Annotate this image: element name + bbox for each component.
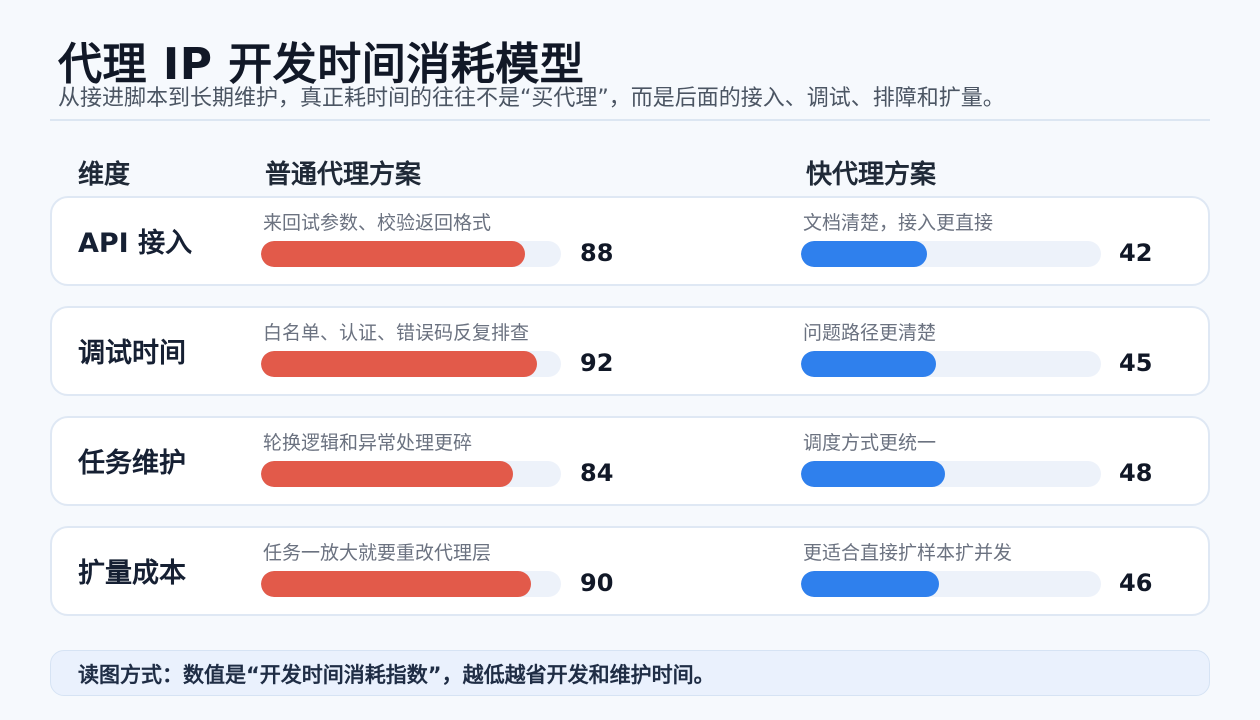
chart-row-maintenance: 任务维护 轮换逻辑和异常处理更碎 84 调度方式更统一 48: [50, 416, 1210, 506]
fast-bar: [801, 571, 939, 597]
column-header-fast: 快代理方案: [806, 160, 937, 190]
chart-row-api: API 接入 来回试参数、校验返回格式 88 文档清楚，接入更直接 42: [50, 196, 1210, 286]
normal-bar: [261, 241, 525, 267]
column-header-dimension: 维度: [78, 160, 131, 190]
chart-row-debug: 调试时间 白名单、认证、错误码反复排查 92 问题路径更清楚 45: [50, 306, 1210, 396]
fast-bar: [801, 461, 945, 487]
normal-note: 来回试参数、校验返回格式: [263, 212, 492, 234]
normal-value: 92: [580, 349, 614, 377]
fast-value: 46: [1119, 569, 1153, 597]
fast-track: [801, 241, 1101, 267]
reading-guide-text: 读图方式：数值是“开发时间消耗指数”，越低越省开发和维护时间。: [78, 663, 715, 687]
page-subtitle: 从接进脚本到长期维护，真正耗时间的往往不是“买代理”，而是后面的接入、调试、排障…: [58, 86, 1005, 111]
normal-value: 84: [580, 459, 614, 487]
normal-value: 90: [580, 569, 614, 597]
normal-bar: [261, 461, 513, 487]
row-label: 调试时间: [78, 338, 186, 369]
fast-track: [801, 351, 1101, 377]
normal-value: 88: [580, 239, 614, 267]
fast-track: [801, 571, 1101, 597]
fast-note: 更适合直接扩样本扩并发: [803, 542, 1013, 564]
fast-note: 问题路径更清楚: [803, 322, 937, 344]
row-label: 任务维护: [78, 448, 186, 479]
fast-value: 42: [1119, 239, 1153, 267]
reading-guide: 读图方式：数值是“开发时间消耗指数”，越低越省开发和维护时间。: [50, 650, 1210, 696]
normal-track: [261, 571, 561, 597]
fast-value: 45: [1119, 349, 1153, 377]
fast-bar: [801, 351, 936, 377]
normal-note: 轮换逻辑和异常处理更碎: [263, 432, 473, 454]
row-label: API 接入: [78, 228, 193, 259]
normal-note: 任务一放大就要重改代理层: [263, 542, 492, 564]
fast-note: 调度方式更统一: [803, 432, 937, 454]
column-header-normal: 普通代理方案: [265, 160, 422, 190]
normal-track: [261, 241, 561, 267]
normal-track: [261, 461, 561, 487]
normal-track: [261, 351, 561, 377]
normal-note: 白名单、认证、错误码反复排查: [263, 322, 530, 344]
chart-row-scale: 扩量成本 任务一放大就要重改代理层 90 更适合直接扩样本扩并发 46: [50, 526, 1210, 616]
fast-value: 48: [1119, 459, 1153, 487]
normal-bar: [261, 571, 531, 597]
chart-page: 代理 IP 开发时间消耗模型 从接进脚本到长期维护，真正耗时间的往往不是“买代理…: [0, 0, 1260, 720]
title-divider: [50, 119, 1210, 121]
fast-track: [801, 461, 1101, 487]
fast-note: 文档清楚，接入更直接: [803, 212, 994, 234]
normal-bar: [261, 351, 537, 377]
row-label: 扩量成本: [78, 558, 186, 589]
fast-bar: [801, 241, 927, 267]
